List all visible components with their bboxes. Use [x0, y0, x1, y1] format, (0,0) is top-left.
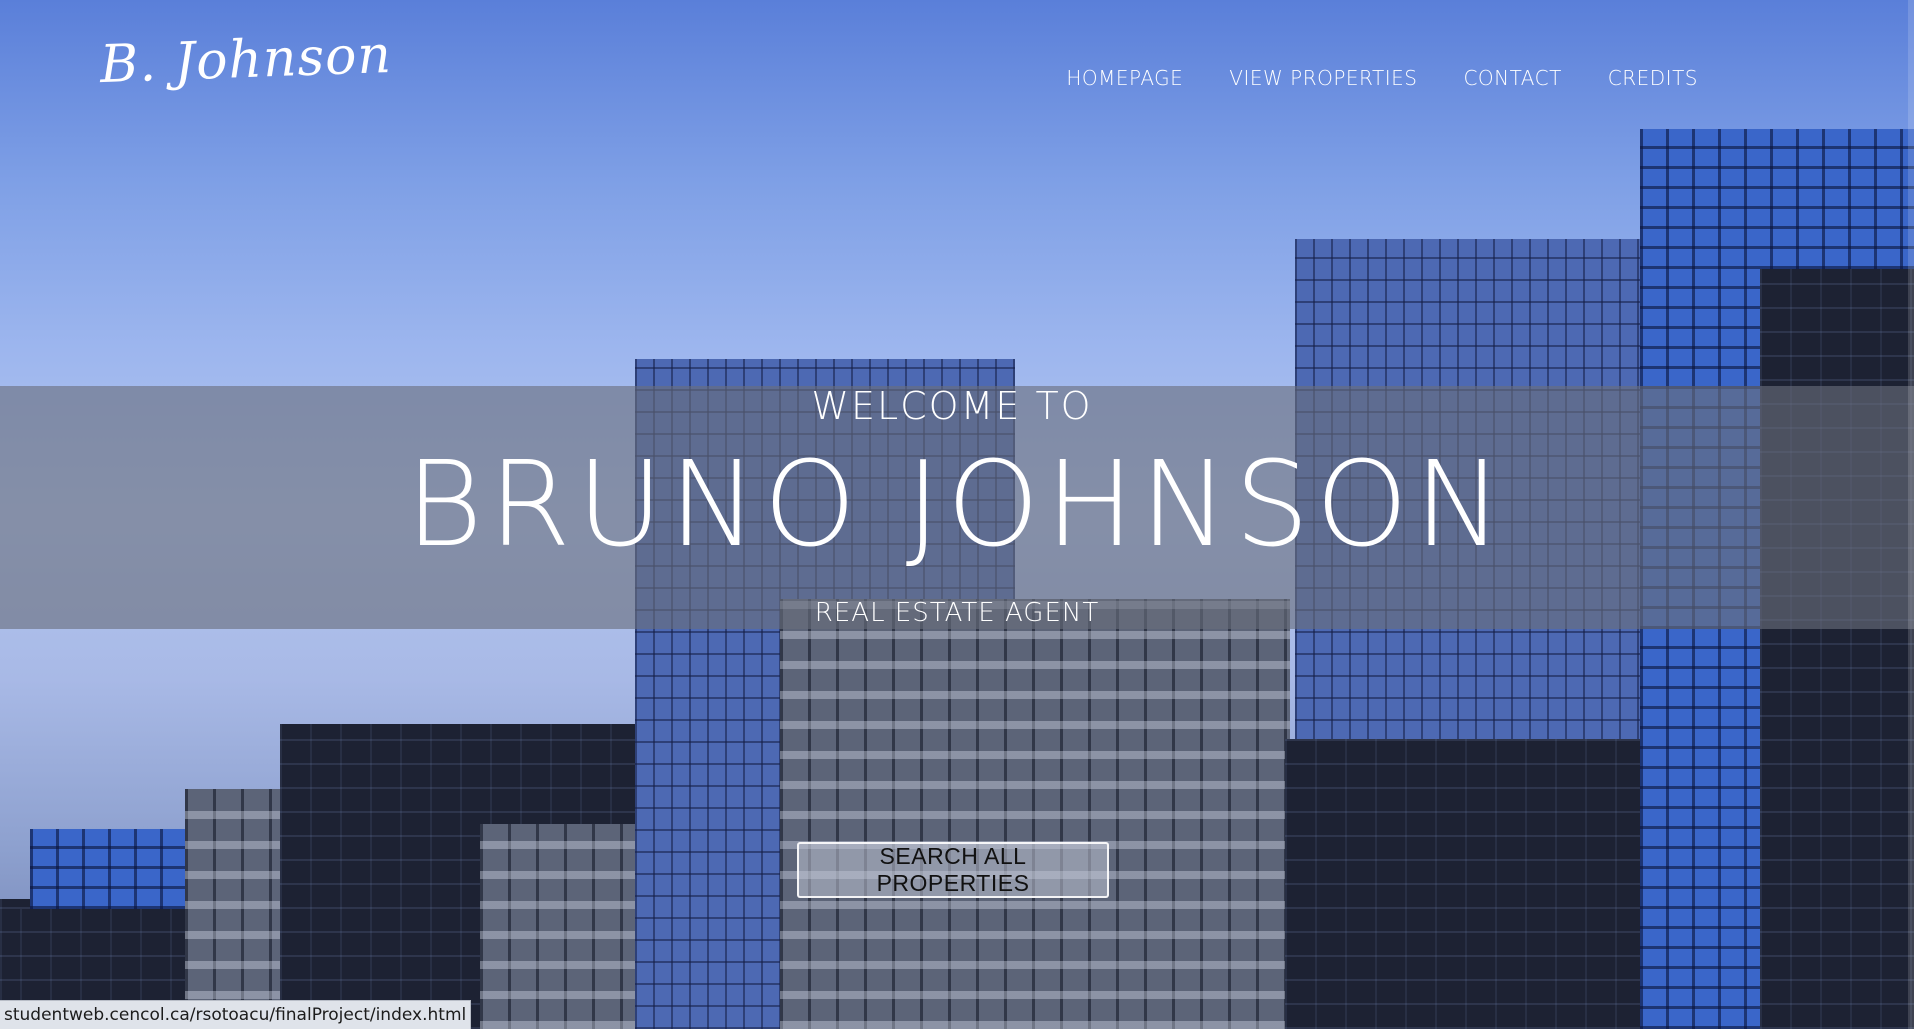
agent-name-heading: BRUNO JOHNSON: [405, 435, 1509, 573]
status-url-text: studentweb.cencol.ca/rsotoacu/finalProje…: [4, 1005, 467, 1025]
nav-credits[interactable]: CREDITS: [1608, 66, 1698, 90]
nav-view-properties[interactable]: VIEW PROPERTIES: [1229, 66, 1417, 90]
search-all-properties-button[interactable]: SEARCH ALL PROPERTIES: [797, 842, 1109, 898]
agent-role-text: REAL ESTATE AGENT: [814, 598, 1100, 628]
site-logo[interactable]: B. Johnson: [99, 25, 393, 95]
browser-status-bar: studentweb.cencol.ca/rsotoacu/finalProje…: [0, 1000, 472, 1029]
nav-contact[interactable]: CONTACT: [1463, 66, 1561, 90]
welcome-text: WELCOME TO: [811, 384, 1093, 428]
page-scrollbar[interactable]: [1908, 0, 1914, 1029]
nav-homepage[interactable]: HOMEPAGE: [1066, 66, 1183, 90]
main-nav: HOMEPAGE VIEW PROPERTIES CONTACT CREDITS: [1066, 66, 1698, 90]
hero-page: B. Johnson HOMEPAGE VIEW PROPERTIES CONT…: [0, 0, 1914, 1029]
